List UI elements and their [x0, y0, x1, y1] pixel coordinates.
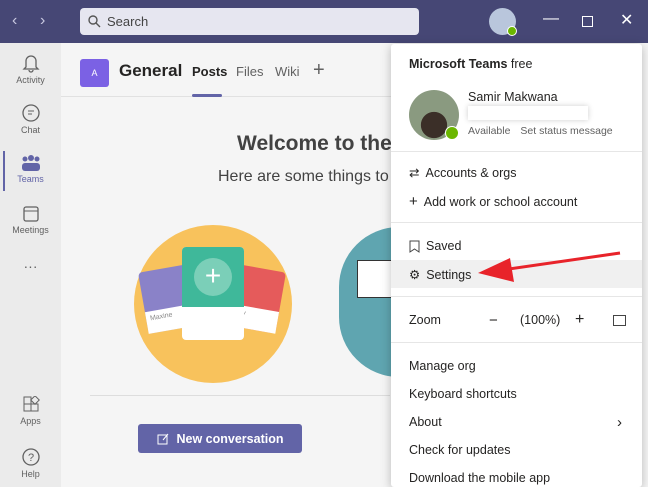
zoom-in-button[interactable]: + — [575, 311, 584, 329]
zoom-out-button[interactable]: − — [489, 312, 498, 329]
calendar-icon — [22, 206, 39, 222]
team-avatar: A — [80, 59, 109, 87]
menu-add-account[interactable]: + Add work or school account — [409, 193, 634, 210]
divider — [90, 395, 390, 396]
search-placeholder: Search — [107, 14, 149, 29]
welcome-illustration-2 — [339, 227, 399, 377]
zoom-value: (100%) — [520, 313, 561, 327]
divider — [391, 342, 642, 343]
user-name: Samir Makwana — [468, 90, 558, 104]
add-tab-button[interactable]: + — [313, 59, 325, 82]
menu-manage-org[interactable]: Manage org — [409, 359, 634, 373]
rail-meetings[interactable]: Meetings — [0, 205, 61, 235]
set-status-link[interactable]: Set status message — [520, 125, 612, 137]
plus-icon: + — [409, 193, 418, 210]
chevron-right-icon: › — [617, 413, 622, 431]
rail-label: Meetings — [12, 225, 49, 235]
menu-label: Settings — [426, 267, 472, 282]
chat-icon — [21, 104, 40, 122]
rail-help[interactable]: ? Help — [0, 447, 61, 479]
forward-icon[interactable]: › — [40, 12, 45, 30]
channel-name: General — [119, 61, 183, 80]
app-name: Microsoft Teams — [409, 57, 508, 71]
menu-download-mobile[interactable]: Download the mobile app — [409, 471, 634, 485]
divider — [391, 151, 642, 152]
search-input[interactable]: Search — [80, 8, 419, 35]
divider — [391, 222, 642, 223]
welcome-subtitle: Here are some things to — [218, 168, 389, 185]
more-apps-button[interactable]: ··· — [0, 258, 61, 274]
channel-header: A General Posts Files Wiki + — [61, 43, 391, 97]
tab-wiki[interactable]: Wiki — [275, 64, 300, 79]
redacted-email — [468, 106, 588, 120]
plus-icon: + — [194, 258, 232, 296]
available-dot — [507, 26, 517, 36]
maximize-button[interactable] — [582, 16, 593, 27]
tab-posts[interactable]: Posts — [192, 64, 227, 79]
add-card: + — [182, 247, 244, 340]
rail-teams[interactable]: Teams — [0, 154, 61, 184]
user-photo[interactable] — [409, 90, 459, 140]
divider — [391, 296, 642, 297]
teams-icon — [21, 155, 40, 171]
zoom-row: Zoom − (100%) + — [409, 311, 634, 329]
welcome-title: Welcome to the — [237, 132, 392, 155]
rail-label: Teams — [17, 174, 44, 184]
svg-text:?: ? — [27, 452, 33, 464]
menu-label: About — [409, 415, 442, 429]
fullscreen-icon[interactable] — [613, 314, 626, 326]
gear-icon: ⚙ — [409, 268, 421, 282]
compose-icon — [157, 433, 168, 444]
rail-label: Activity — [16, 75, 45, 85]
menu-accounts[interactable]: ⇄ Accounts & orgs — [409, 165, 634, 181]
bell-icon — [21, 55, 40, 73]
minimize-button[interactable]: — — [543, 10, 559, 28]
menu-about[interactable]: About › — [409, 413, 634, 431]
menu-label: Add work or school account — [423, 194, 578, 209]
menu-check-updates[interactable]: Check for updates — [409, 443, 634, 457]
status-dropdown[interactable]: Available — [468, 125, 510, 137]
app-rail: Activity Chat Teams Meetings ··· Apps ? H… — [0, 43, 61, 487]
help-icon: ? — [21, 448, 40, 466]
apps-icon — [23, 396, 40, 412]
rail-label: Help — [21, 469, 40, 479]
menu-title: Microsoft Teams free — [409, 57, 532, 71]
available-dot — [445, 126, 459, 140]
rail-label: Apps — [20, 416, 41, 426]
new-conversation-button[interactable]: New conversation — [138, 424, 302, 453]
rail-chat[interactable]: Chat — [0, 103, 61, 135]
plan-label: free — [510, 57, 533, 71]
profile-avatar-button[interactable] — [489, 8, 517, 36]
title-bar: ‹ › Search — ✕ — [0, 0, 648, 43]
switch-icon: ⇄ — [409, 166, 420, 180]
active-tab-indicator — [192, 94, 222, 97]
red-arrow-annotation — [478, 251, 621, 282]
close-button[interactable]: ✕ — [620, 10, 633, 30]
menu-label: Saved — [426, 239, 462, 253]
rail-activity[interactable]: Activity — [0, 53, 61, 85]
rail-apps[interactable]: Apps — [0, 396, 61, 426]
bookmark-icon — [409, 240, 420, 253]
new-conversation-label: New conversation — [176, 431, 284, 446]
rail-label: Chat — [20, 125, 40, 135]
back-icon[interactable]: ‹ — [12, 12, 17, 30]
menu-keyboard-shortcuts[interactable]: Keyboard shortcuts — [409, 387, 634, 401]
menu-label: Accounts & orgs — [425, 165, 517, 180]
zoom-label: Zoom — [409, 313, 441, 327]
tab-files[interactable]: Files — [236, 64, 263, 79]
search-icon — [88, 15, 101, 28]
